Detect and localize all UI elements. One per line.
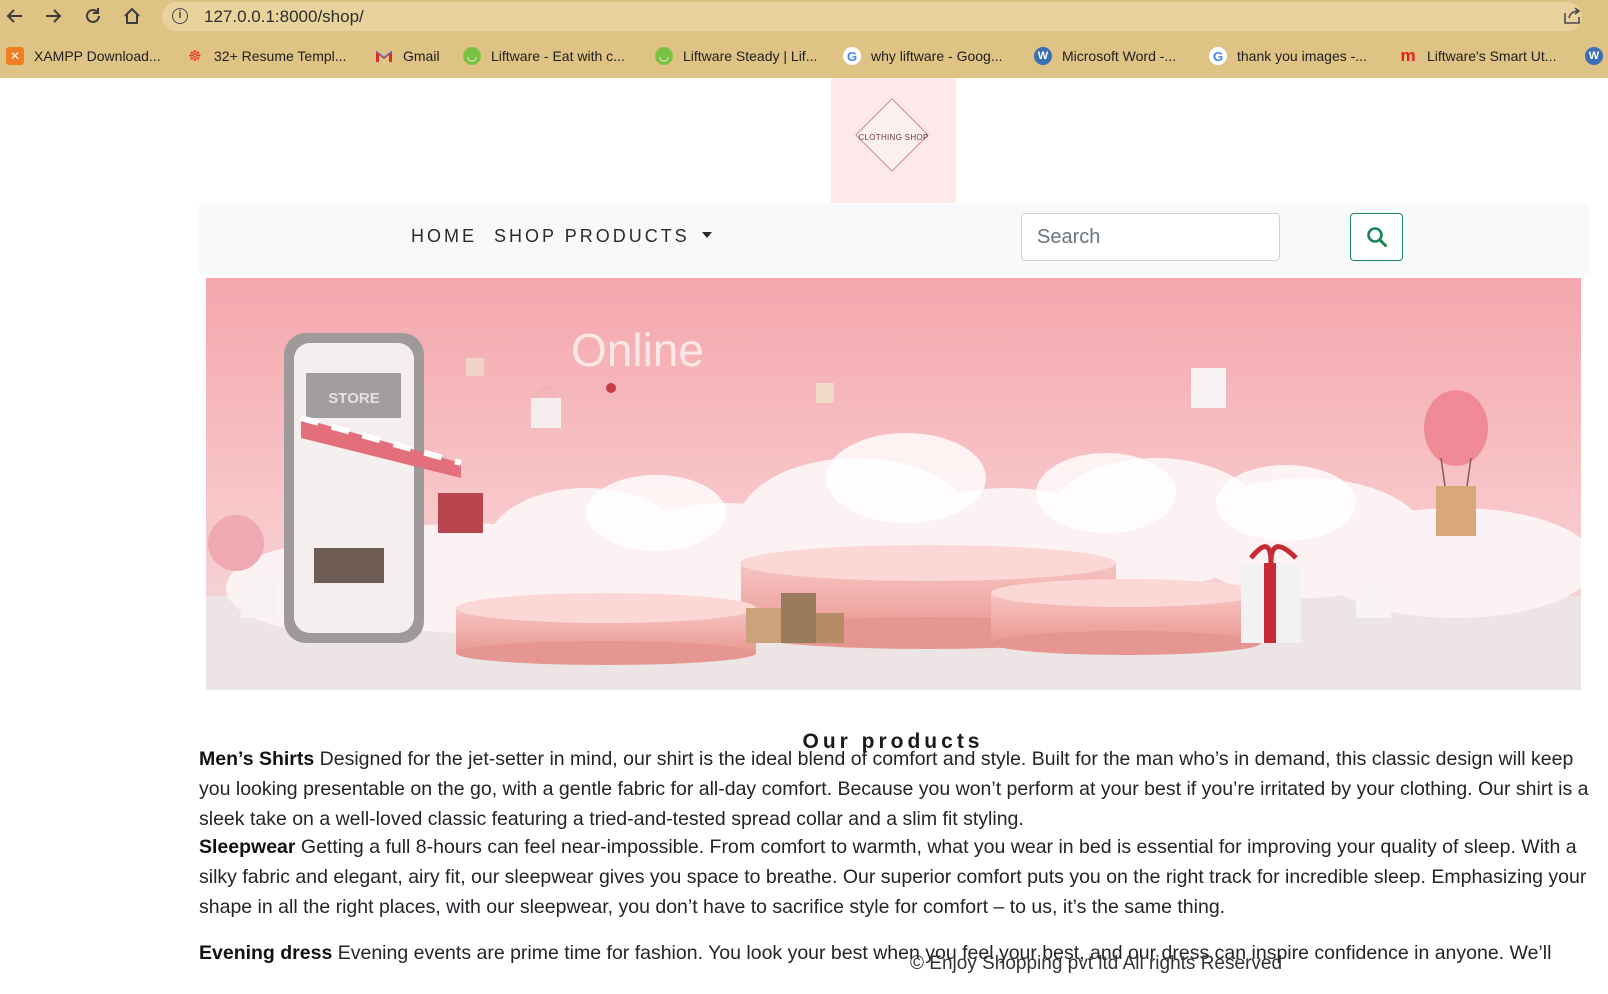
wordpress-icon: W [1034,47,1052,65]
forward-arrow-icon[interactable] [40,4,66,28]
nav-shop-label: SHOP PRODUCTS [494,226,690,246]
gmail-icon [375,47,393,65]
product-text: Designed for the jet-setter in mind, our… [199,748,1589,830]
product-description-sleepwear: Sleepwear Getting a full 8-hours can fee… [199,832,1589,922]
hero-banner: STORE Online [206,278,1581,690]
xampp-icon: ✕ [6,47,24,65]
share-icon[interactable] [1562,6,1582,26]
nav-shop-products-dropdown[interactable]: SHOP PRODUCTS [494,226,712,247]
reload-icon[interactable] [80,4,106,28]
bookmark-liftware-1[interactable]: ◡ Liftware - Eat with c... [463,45,625,67]
google-icon: G [843,47,861,65]
address-url[interactable]: 127.0.0.1:8000/shop/ [204,7,364,27]
search-input[interactable] [1021,213,1280,261]
bookmark-label: Liftware's Smart Ut... [1427,48,1557,64]
bookmark-label: Microsoft Word -... [1062,48,1177,64]
bookmark-label: Liftware - Eat with c... [491,48,625,64]
product-name: Evening dress [199,942,333,964]
bookmark-label: XAMPP Download... [34,48,161,64]
bookmark-overflow[interactable]: W [1585,45,1608,67]
banner-headline: Online [571,324,704,376]
search-button[interactable] [1350,213,1403,261]
bookmark-google-why[interactable]: G why liftware - Goog... [843,45,1003,67]
bookmark-label: Gmail [403,48,440,64]
wordpress-icon: W [1585,47,1603,65]
bookmark-liftware-smart[interactable]: m Liftware's Smart Ut... [1399,45,1556,67]
liftware-icon: ◡ [655,47,673,65]
bookmark-liftware-2[interactable]: ◡ Liftware Steady | Lif... [655,45,817,67]
bookmark-google-thanks[interactable]: G thank you images -... [1209,45,1367,67]
product-text: Getting a full 8-hours can feel near-imp… [199,836,1587,918]
liftware-icon: ◡ [463,47,481,65]
address-bar[interactable]: i 127.0.0.1:8000/shop/ [162,2,1582,31]
footer-copyright: © Enjoy Shopping pvt ltd All rights Rese… [910,953,1283,974]
product-name: Men’s Shirts [199,748,315,770]
shop-logo[interactable]: CLOTHING SHOP [831,78,956,203]
logo-text: CLOTHING SHOP [858,133,929,142]
product-description-mens-shirts: Men’s Shirts Designed for the jet-setter… [199,744,1589,834]
nav-home-link[interactable]: HOME [411,226,477,247]
browser-toolbar: i 127.0.0.1:8000/shop/ [0,0,1608,33]
back-arrow-icon[interactable] [2,4,28,28]
bookmark-label: why liftware - Goog... [871,48,1003,64]
online-shopping-illustration: STORE Online [206,278,1581,690]
bookmark-resume[interactable]: ☸ 32+ Resume Templ... [186,45,346,67]
site-navbar: HOME SHOP PRODUCTS [199,204,1589,274]
product-description-evening-dress: Evening dress Evening events are prime t… [199,938,1589,968]
bookmark-gmail[interactable]: Gmail [375,45,440,67]
google-icon: G [1209,47,1227,65]
bookmark-label: thank you images -... [1237,48,1367,64]
bookmark-label: 32+ Resume Templ... [214,48,347,64]
search-icon [1366,227,1387,247]
bookmarks-bar: ✕ XAMPP Download... ☸ 32+ Resume Templ..… [0,33,1608,78]
bookmark-label: Liftware Steady | Lif... [683,48,818,64]
home-icon[interactable] [119,4,145,28]
bookmark-wordpress[interactable]: W Microsoft Word -... [1034,45,1176,67]
caret-down-icon [701,232,712,239]
liftware-m-icon: m [1400,46,1416,65]
product-name: Sleepwear [199,836,296,858]
site-info-icon[interactable]: i [172,8,188,24]
web-page: CLOTHING SHOP HOME SHOP PRODUCTS Search … [0,78,1608,994]
bookmark-xampp[interactable]: ✕ XAMPP Download... [6,45,161,67]
store-sign: STORE [328,390,379,407]
resume-icon: ☸ [188,48,202,65]
